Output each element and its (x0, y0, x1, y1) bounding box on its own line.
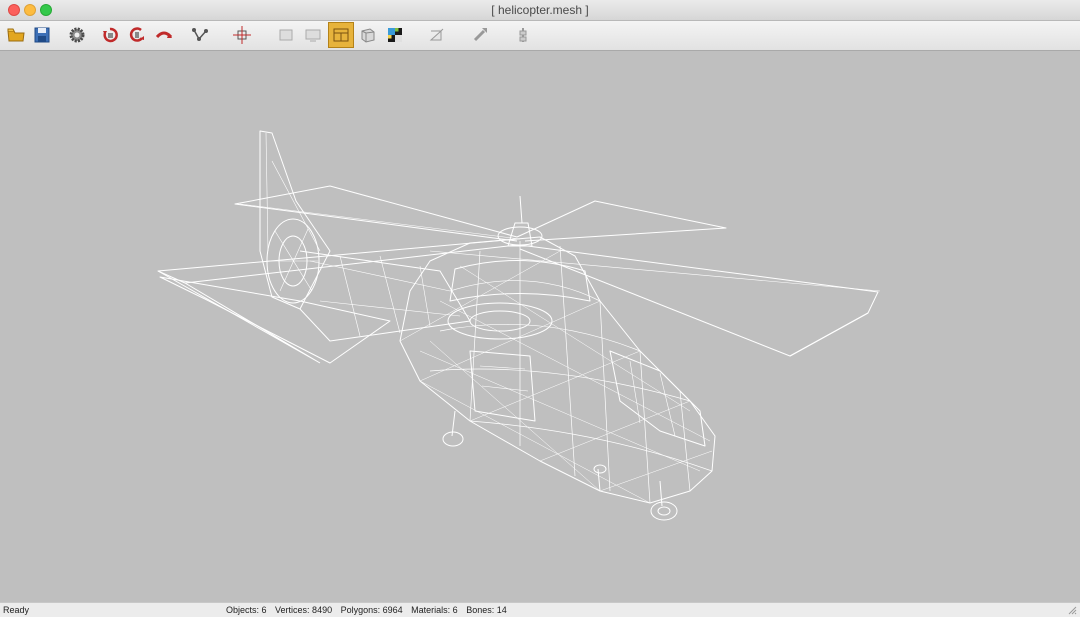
wireframe-icon (333, 28, 349, 42)
view-side-icon (305, 29, 321, 42)
polygons-count: Polygons: 6964 (340, 605, 403, 615)
stabilizer (159, 276, 391, 364)
rotate-x-icon (103, 27, 118, 43)
helicopter-wireframe (157, 130, 881, 521)
rotate-x-button[interactable] (97, 22, 123, 48)
normals-button[interactable] (467, 22, 493, 48)
texture-checker-button[interactable] (382, 22, 408, 48)
view-side-button[interactable] (300, 22, 326, 48)
window-title: [ helicopter.mesh ] (491, 3, 589, 17)
objects-count: Objects: 6 (226, 605, 267, 615)
rotor-blade-right-back (516, 200, 727, 242)
cockpit-window (609, 350, 706, 447)
rotate-z-button[interactable] (151, 22, 177, 48)
skeleton-button[interactable] (187, 22, 213, 48)
rotate-z-icon (155, 31, 173, 39)
texture-checker-icon (388, 28, 402, 42)
mesh-stats: Objects: 6 Vertices: 8490 Polygons: 6964… (226, 603, 513, 617)
rotate-y-button[interactable] (124, 22, 150, 48)
open-folder-icon (7, 28, 25, 42)
solid-shading-button[interactable] (355, 22, 381, 48)
save-icon (34, 27, 50, 43)
vertices-count: Vertices: 8490 (275, 605, 333, 615)
bounding-box-icon (429, 28, 444, 41)
settings-gear-icon (69, 27, 85, 43)
skeleton-icon (192, 28, 208, 41)
resize-grip-icon[interactable] (1067, 605, 1077, 615)
toolbar (0, 21, 1080, 51)
center-button[interactable] (229, 22, 255, 48)
wireframe-button[interactable] (328, 22, 354, 48)
side-door (469, 350, 536, 422)
view-front-button[interactable] (273, 22, 299, 48)
viewport-3d[interactable] (0, 51, 1080, 602)
status-bar: Ready Objects: 6 Vertices: 8490 Polygons… (0, 602, 1080, 617)
bounding-box-button[interactable] (424, 22, 450, 48)
bones-count: Bones: 14 (466, 605, 507, 615)
center-icon (233, 26, 251, 44)
normals-icon (473, 28, 487, 42)
app-window: [ helicopter.mesh ] Ready Objects: 6 Ver… (0, 0, 1080, 617)
rotate-y-icon (129, 27, 144, 42)
open-button[interactable] (3, 22, 29, 48)
rotor-blade-left-back (234, 185, 518, 242)
materials-count: Materials: 6 (411, 605, 458, 615)
solid-shading-icon (361, 28, 375, 43)
status-message: Ready (3, 605, 30, 615)
bones-button[interactable] (510, 22, 536, 48)
view-front-icon (279, 29, 293, 41)
settings-button[interactable] (64, 22, 90, 48)
save-button[interactable] (29, 22, 55, 48)
rotor-blade-right-front (519, 244, 879, 357)
title-bar[interactable]: [ helicopter.mesh ] (0, 0, 1080, 21)
bones-icon (519, 28, 527, 42)
